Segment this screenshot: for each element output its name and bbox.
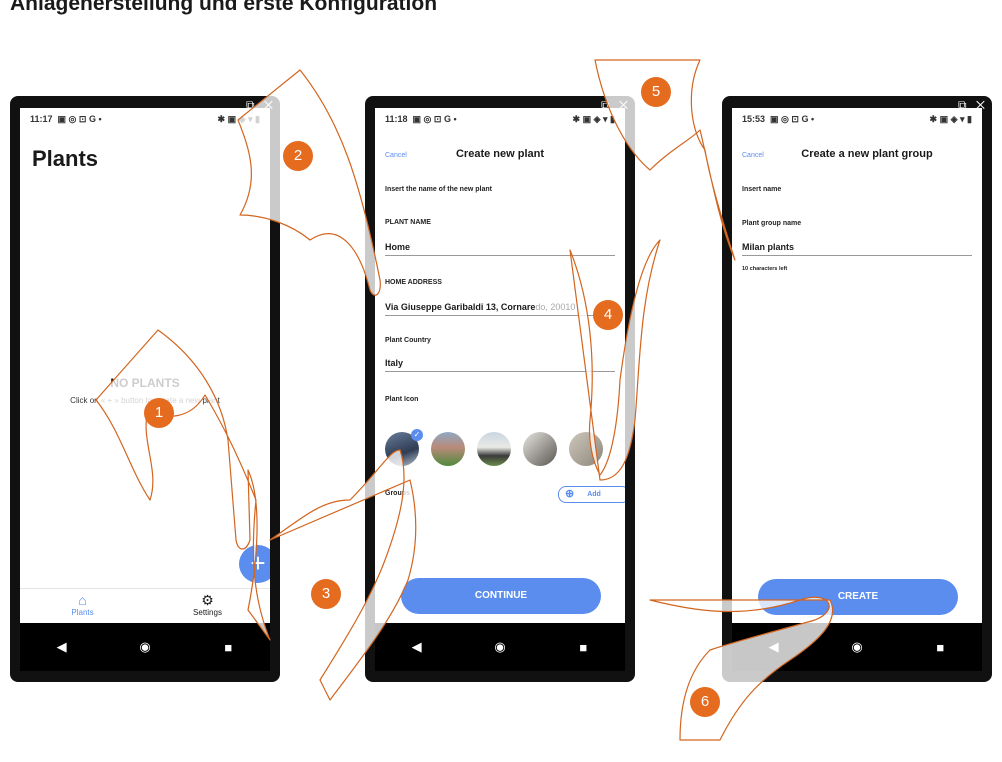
hand-illustrations <box>95 59 834 741</box>
step-badge-4: 4 <box>593 300 623 330</box>
step-badge-1: 1 <box>144 398 174 428</box>
step-badge-6: 6 <box>690 687 720 717</box>
step-badge-5: 5 <box>641 77 671 107</box>
step-badge-2: 2 <box>283 141 313 171</box>
step-badge-3: 3 <box>311 579 341 609</box>
